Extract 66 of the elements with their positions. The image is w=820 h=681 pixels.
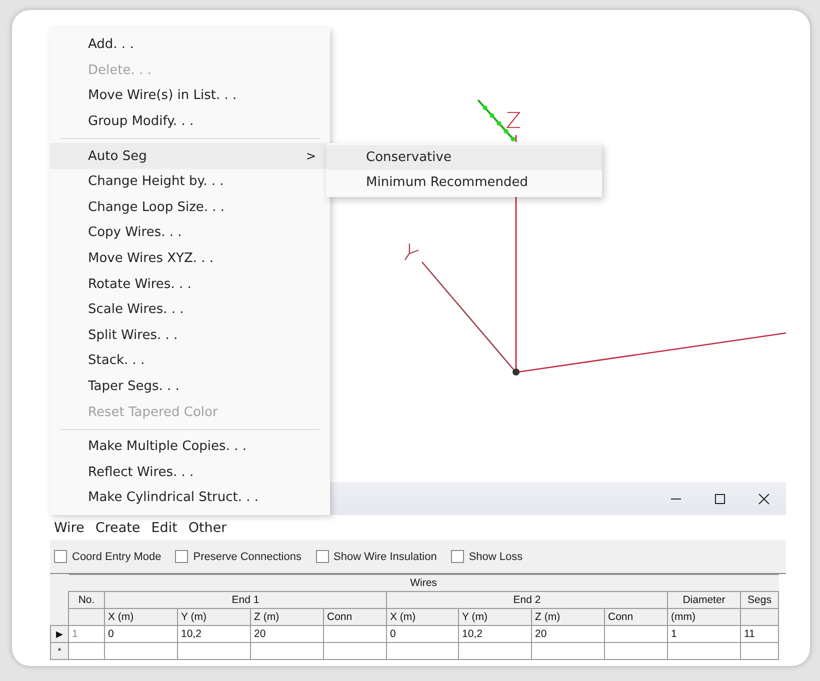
axis-label: Y bbox=[396, 240, 422, 269]
column-header: Conn bbox=[604, 608, 668, 626]
column-header: X (m) bbox=[104, 608, 178, 626]
checkbox-label: Coord Entry Mode bbox=[72, 550, 162, 562]
table-cell bbox=[740, 642, 779, 660]
table-cell: 10,2 bbox=[178, 626, 250, 642]
menu-item[interactable]: Move Wires XYZ. . . bbox=[50, 246, 330, 272]
table-cell bbox=[386, 642, 458, 660]
column-header: No. bbox=[68, 592, 104, 608]
table-cell bbox=[68, 642, 104, 660]
menu-item[interactable]: Copy Wires. . . bbox=[50, 220, 330, 246]
menu-item[interactable]: Stack. . . bbox=[50, 348, 330, 374]
menu-bar-item[interactable]: Wire bbox=[54, 520, 84, 536]
checkbox[interactable] bbox=[54, 550, 67, 563]
checkbox-label: Show Loss bbox=[468, 550, 523, 562]
column-header: Diameter bbox=[668, 592, 740, 608]
menu-item[interactable]: Move Wire(s) in List. . . bbox=[50, 83, 330, 109]
menu-item[interactable]: Scale Wires. . . bbox=[50, 296, 330, 323]
menu-item[interactable]: Change Loop Size. . . bbox=[50, 194, 330, 220]
checkbox-label: Show Wire Insulation bbox=[334, 550, 437, 562]
table-cell: 20 bbox=[250, 626, 324, 642]
column-header: End 1 bbox=[104, 592, 386, 608]
menu-item[interactable]: Conservative bbox=[326, 145, 602, 170]
column-header: (mm) bbox=[668, 608, 740, 626]
column-header: Z (m) bbox=[532, 608, 604, 626]
checkbox[interactable] bbox=[450, 550, 464, 563]
table-cell: 11 bbox=[740, 626, 779, 642]
menu-item[interactable]: Split Wires. . . bbox=[50, 322, 330, 348]
table-cell: 20 bbox=[532, 626, 604, 642]
column-header: End 2 bbox=[386, 592, 668, 608]
menu-item[interactable]: Add. . . bbox=[50, 32, 330, 58]
column-header: Conn bbox=[324, 608, 386, 626]
maximize-icon bbox=[714, 492, 726, 504]
column-header: Y (m) bbox=[178, 608, 250, 626]
table-cell: 1 bbox=[668, 626, 740, 642]
table-cell bbox=[604, 626, 668, 642]
checkbox-label: Preserve Connections bbox=[193, 550, 302, 562]
column-header: Y (m) bbox=[458, 608, 532, 626]
table-cell: 1 bbox=[68, 626, 104, 642]
menu-bar-item[interactable]: Edit bbox=[151, 520, 178, 536]
menu-item[interactable]: Reflect Wires. . . bbox=[50, 460, 330, 486]
column-header bbox=[740, 608, 779, 626]
table-cell bbox=[604, 642, 668, 660]
table-cell bbox=[324, 642, 386, 660]
table-cell: 0 bbox=[386, 626, 458, 642]
column-header: Segs bbox=[740, 592, 779, 608]
row-marker: * bbox=[50, 642, 68, 660]
menu-item[interactable]: Rotate Wires. . . bbox=[50, 271, 330, 297]
menu-item[interactable]: Make Cylindrical Struct. . . bbox=[50, 485, 330, 511]
close-icon bbox=[758, 492, 770, 504]
menu-item[interactable]: Taper Segs. . . bbox=[50, 374, 330, 400]
checkbox[interactable] bbox=[175, 550, 188, 563]
column-header: X (m) bbox=[386, 608, 458, 626]
menu-bar-item[interactable]: Other bbox=[188, 520, 227, 536]
axis-label: Z bbox=[506, 109, 522, 134]
row-marker: ▶ bbox=[50, 626, 68, 642]
menu-item[interactable]: Group Modify. . . bbox=[50, 108, 330, 134]
table-cell: 10,2 bbox=[458, 626, 532, 642]
table-cell bbox=[324, 626, 386, 642]
table-cell: 0 bbox=[104, 626, 178, 642]
menu-item[interactable]: Make Multiple Copies. . . bbox=[50, 434, 330, 460]
table-title: Wires bbox=[68, 574, 779, 592]
column-header: Z (m) bbox=[250, 608, 324, 626]
checkbox[interactable] bbox=[316, 550, 328, 563]
menu-bar-item[interactable]: Create bbox=[95, 520, 140, 536]
origin-point bbox=[512, 368, 520, 376]
